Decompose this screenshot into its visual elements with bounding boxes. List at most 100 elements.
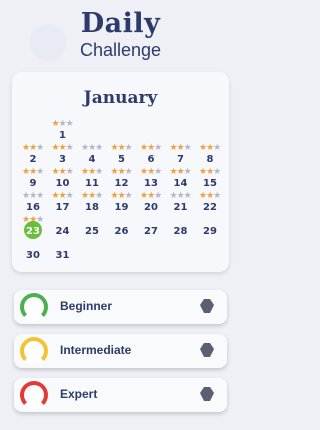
day-number: 1 [59,130,66,141]
star-rating: ★★★ [22,144,44,153]
page-subtitle: Challenge [79,40,162,60]
star-icon: ★ [110,191,119,201]
level-label: Intermediate [60,343,132,357]
day-number: 14 [173,178,188,189]
calendar-day[interactable]: 24 [48,215,78,241]
day-number: 4 [88,154,96,165]
star-icon: ★ [58,167,67,177]
calendar-day[interactable]: ★★★ 2 [18,143,48,169]
day-number: 6 [147,154,155,165]
level-intermediate-button[interactable]: Intermediate [14,334,227,368]
calendar-day[interactable]: ★★★ 10 [48,167,78,193]
star-icon: ★ [169,191,178,201]
level-beginner-button[interactable]: Beginner [14,290,227,324]
calendar-day[interactable]: ★★★ 16 [18,191,48,217]
calendar-day[interactable]: ★★★ 21 [166,191,196,217]
calendar-day[interactable]: 27 [136,215,166,241]
day-number: 30 [26,250,40,261]
day-number: 13 [144,178,158,189]
calendar-day[interactable]: ★★★ 4 [77,143,107,169]
star-rating: ★★★ [199,168,221,177]
level-label: Beginner [60,299,113,313]
star-rating: ★★★ [140,167,162,177]
day-number: 3 [59,154,66,165]
calendar-day[interactable]: ★★★ 5 [107,143,137,169]
star-icon: ★ [65,191,74,201]
calendar-day[interactable]: ★★★ 11 [77,167,107,193]
level-expert-button[interactable]: Expert [14,378,227,412]
star-icon: ★ [183,191,192,201]
star-rating: ★★★ [81,144,103,153]
calendar-day[interactable]: 31 [48,239,78,265]
day-number: 9 [29,178,37,189]
star-icon: ★ [154,191,162,201]
day-number: 2 [29,154,37,165]
star-rating: ★★★ [51,191,74,201]
day-number: 23 [26,226,40,237]
star-rating: ★★★ [81,168,103,177]
star-rating: ★★★ [81,191,103,201]
day-number: 5 [118,154,125,165]
star-icon: ★ [124,167,133,177]
calendar-day[interactable]: ★★★ 3 [48,143,78,169]
star-icon: ★ [183,167,192,177]
star-rating: ★★★ [199,191,221,201]
calendar-day[interactable]: 28 [166,215,196,241]
calendar-card: January ★★★ 1 ★★★ 2 ★★★ 3 ★★★ 4 ★★★ 5 ★★★ 6 ★★★ 7 ★★★ 8… [12,72,229,272]
calendar-day[interactable]: ★★★ 19 [107,191,137,217]
star-rating: ★★★ [52,144,74,153]
star-rating: ★★★ [199,144,221,153]
calendar-day[interactable]: ★★★ 22 [195,191,225,217]
day-number: 25 [85,226,99,237]
calendar-day[interactable]: 30 [18,239,48,265]
star-icon: ★ [169,167,178,177]
calendar-day[interactable]: ★★★ 18 [77,191,107,217]
star-rating: ★★★ [111,167,133,177]
calendar-day[interactable]: ★★★ 8 [195,143,225,169]
calendar-day[interactable]: ★★★ 1 [48,119,78,145]
level-label: Expert [60,387,98,401]
star-icon: ★ [169,143,178,153]
gauge-icon [20,381,48,409]
star-rating: ★★★ [140,191,162,201]
star-rating: ★★★ [52,119,74,129]
star-rating: ★★★ [51,167,74,177]
star-icon: ★ [51,191,60,201]
star-rating: ★★★ [22,192,44,201]
calendar-day[interactable]: ★★★ 7 [166,143,196,169]
star-icon: ★ [36,215,44,225]
star-icon: ★ [154,143,162,153]
calendar-day[interactable]: ★★★ 20 [136,191,166,217]
calendar-day[interactable]: ★★★ 15 [195,167,225,193]
star-rating: ★★★ [140,143,162,153]
star-icon: ★ [117,143,126,153]
calendar-day[interactable]: ★★★ 6 [136,143,166,169]
star-icon: ★ [95,191,103,201]
star-rating: ★★★ [169,191,192,201]
calendar-day[interactable]: ★★★ 17 [48,191,78,217]
calendar-day[interactable]: 25 [77,215,107,241]
calendar-day[interactable]: ★★★ 12 [107,167,137,193]
locked-gem-icon [200,343,214,357]
star-icon: ★ [213,191,221,201]
locked-gem-icon [200,387,214,401]
star-icon: ★ [58,119,67,129]
star-rating: ★★★ [22,168,44,177]
locked-gem-icon [200,299,214,313]
calendar-day-today[interactable]: ★★★ 23 [18,215,48,241]
calendar-day[interactable]: 26 [107,215,137,241]
star-icon: ★ [176,191,185,201]
star-icon: ★ [65,119,74,129]
day-number: 10 [55,178,70,189]
star-icon: ★ [154,167,162,177]
star-icon: ★ [117,167,126,177]
calendar-day[interactable]: ★★★ 13 [136,167,166,193]
calendar-day[interactable]: ★★★ 14 [166,167,196,193]
calendar-day[interactable]: ★★★ 9 [18,167,48,193]
star-icon: ★ [51,167,60,177]
month-label: January [83,88,158,108]
day-number: 26 [114,226,129,237]
day-number: 21 [173,202,188,213]
calendar-day[interactable]: 29 [195,215,225,241]
gauge-icon [20,293,48,321]
